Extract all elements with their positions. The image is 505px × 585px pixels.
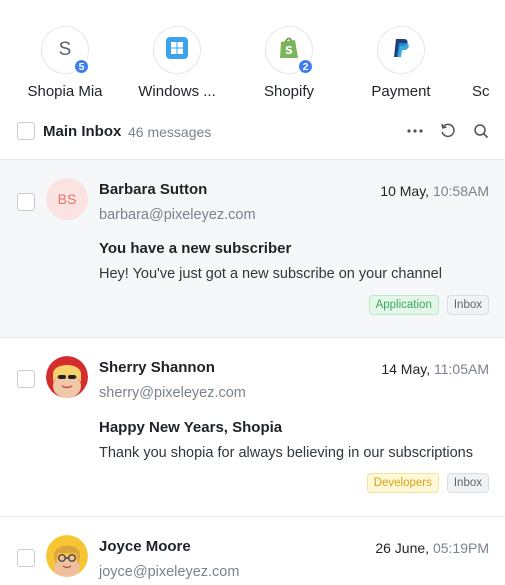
message-item[interactable]: Sherry Shannon 14 May, 11:05AM sherry@pi… [0,338,505,517]
avatar-letter: S [58,39,72,60]
paypal-icon [392,38,410,63]
contact-shopify[interactable]: S 2 Shopify [234,26,344,100]
shopify-icon: S [278,36,300,65]
tag-inbox[interactable]: Inbox [446,295,489,315]
avatar [46,535,88,577]
message-subject: You have a new subscriber [99,240,292,257]
contact-shopia-mia[interactable]: S 5 Shopia Mia [10,26,120,100]
svg-text:S: S [285,44,293,57]
sender-name: Barbara Sutton [99,181,208,198]
more-options-icon[interactable] [405,121,425,141]
tag-inbox[interactable]: Inbox [446,473,489,493]
message-tags: Application Inbox [368,295,489,315]
message-date: 14 May, 11:05AM [381,361,489,377]
tag-application[interactable]: Application [368,295,439,315]
date-day: 14 May, [381,361,431,377]
message-checkbox[interactable] [17,549,35,567]
message-item[interactable]: Joyce Moore 26 June, 05:19PM joyce@pixel… [0,517,505,585]
avatar [153,26,201,74]
contact-payment[interactable]: Payment [346,26,456,100]
date-time: 11:05AM [434,361,489,377]
message-date: 10 May, 10:58AM [380,183,489,199]
date-time: 10:58AM [432,183,489,199]
date-time: 05:19PM [432,540,489,556]
unread-badge: 5 [73,58,90,75]
avatar: BS [46,178,88,220]
search-icon[interactable] [471,121,491,141]
message-tags: Developers Inbox [366,473,489,493]
select-all-checkbox[interactable] [17,122,35,140]
contact-name: Shopia Mia [27,83,103,100]
sender-email: joyce@pixeleyez.com [99,564,240,580]
contact-windows[interactable]: Windows ... [122,26,232,100]
contacts-carousel: S 5 Shopia Mia Windows ... S 2 Shopify P… [0,0,505,105]
sender-name: Sherry Shannon [99,359,215,376]
sender-name: Joyce Moore [99,538,191,555]
avatar: S 2 [265,26,314,75]
contact-partial[interactable]: Sc [458,26,505,100]
refresh-icon[interactable] [438,121,458,141]
avatar [377,26,425,74]
unread-badge: 2 [297,58,314,75]
message-count: 46 messages [128,124,212,140]
sherry-photo [46,356,88,398]
message-checkbox[interactable] [17,193,35,211]
message-date: 26 June, 05:19PM [375,540,489,556]
tag-developers[interactable]: Developers [366,473,439,493]
avatar-initials: BS [57,191,77,207]
contact-name: Sc [472,83,490,100]
joyce-photo [46,535,88,577]
inbox-toolbar: Main Inbox 46 messages [0,112,505,160]
message-item[interactable]: BS Barbara Sutton 10 May, 10:58AM barbar… [0,160,505,338]
date-day: 26 June, [375,540,430,556]
contact-name: Payment [371,83,431,100]
sender-email: barbara@pixeleyez.com [99,207,256,223]
date-day: 10 May, [380,183,430,199]
avatar: S 5 [41,26,90,75]
contact-name: Shopify [263,83,315,100]
message-checkbox[interactable] [17,370,35,388]
contact-name: Windows ... [138,83,216,100]
inbox-title: Main Inbox [43,123,122,140]
message-preview: Hey! You've just got a new subscribe on … [99,266,442,282]
windows-icon [166,36,188,64]
sender-email: sherry@pixeleyez.com [99,385,246,401]
avatar [46,356,88,398]
message-subject: Happy New Years, Shopia [99,419,283,436]
message-preview: Thank you shopia for always believing in… [99,445,473,461]
